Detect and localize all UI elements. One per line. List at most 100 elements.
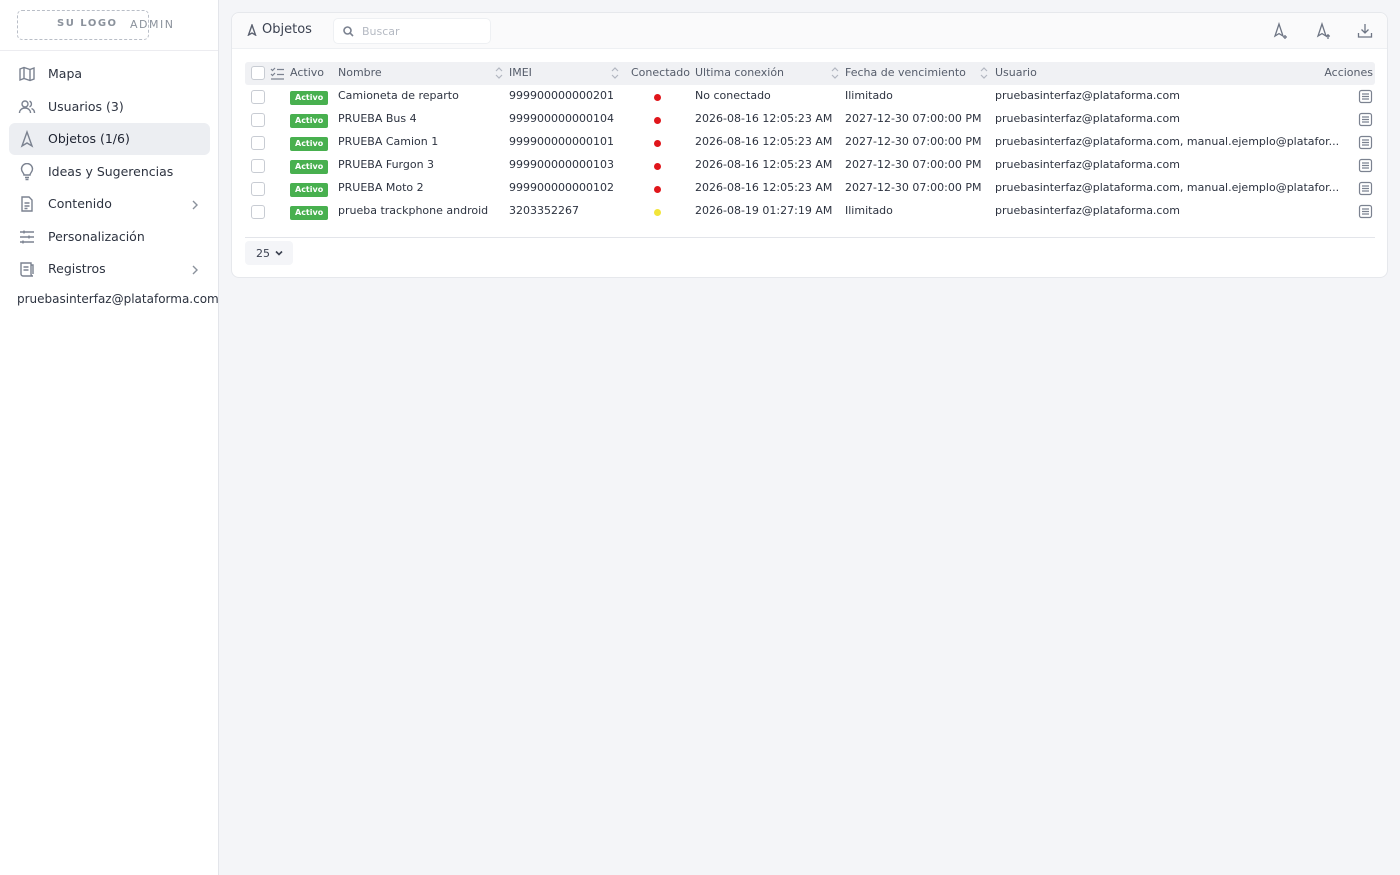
table-row[interactable]: Activo PRUEBA Bus 4 999900000000104 2026… (245, 108, 1375, 131)
object-user: pruebasinterfaz@plataforma.com (995, 112, 1180, 125)
sliders-icon (18, 228, 36, 246)
sidebar-item-label: Mapa (48, 66, 83, 81)
sort-icon[interactable] (611, 65, 619, 81)
download-icon[interactable] (1356, 22, 1374, 40)
table-row[interactable]: Activo PRUEBA Camion 1 999900000000101 2… (245, 131, 1375, 154)
column-usuario[interactable]: Usuario (995, 66, 1037, 79)
last-connection: 2026-08-16 12:05:23 AM (695, 181, 833, 194)
object-imei: 999900000000201 (509, 89, 614, 102)
object-name[interactable]: PRUEBA Camion 1 (338, 135, 438, 148)
object-user: pruebasinterfaz@plataforma.com, manual.e… (995, 135, 1340, 148)
column-acciones: Acciones (1324, 66, 1373, 79)
expiry-date: 2027-12-30 07:00:00 PM (845, 135, 982, 148)
details-icon[interactable] (1358, 181, 1373, 196)
object-imei: 999900000000104 (509, 112, 614, 125)
page-title: Objetos (246, 22, 312, 37)
expiry-date: 2027-12-30 07:00:00 PM (845, 181, 982, 194)
table-row[interactable]: Activo prueba trackphone android 3203352… (245, 200, 1375, 223)
table-header: Activo Nombre IMEI Conectado Ultima cone… (245, 62, 1375, 85)
row-checkbox[interactable] (251, 136, 265, 150)
expiry-date: 2027-12-30 07:00:00 PM (845, 112, 982, 125)
search-box[interactable] (333, 18, 491, 44)
chevron-right-icon (190, 197, 200, 211)
sidebar-item-registros[interactable]: Registros (9, 253, 210, 285)
sort-icon[interactable] (980, 65, 988, 81)
last-connection: 2026-08-16 12:05:23 AM (695, 158, 833, 171)
row-checkbox[interactable] (251, 113, 265, 127)
details-icon[interactable] (1358, 89, 1373, 104)
column-ultima-conexion[interactable]: Ultima conexión (695, 66, 784, 79)
sidebar-nav: Mapa Usuarios (3) Objetos (1/6) Ideas y … (0, 58, 218, 286)
sidebar-item-mapa[interactable]: Mapa (9, 58, 210, 90)
sidebar-item-contenido[interactable]: Contenido (9, 188, 210, 220)
page-size-select[interactable]: 25 (245, 241, 293, 265)
file-icon (18, 195, 36, 213)
scroll-icon (18, 260, 36, 278)
sidebar-item-objetos[interactable]: Objetos (1/6) (9, 123, 210, 155)
details-icon[interactable] (1358, 112, 1373, 127)
expiry-date: Ilimitado (845, 204, 893, 217)
expiry-date: 2027-12-30 07:00:00 PM (845, 158, 982, 171)
sidebar-item-label: Registros (48, 261, 106, 276)
sidebar-item-personalizacion[interactable]: Personalización (9, 221, 210, 253)
table-row[interactable]: Activo Camioneta de reparto 999900000000… (245, 85, 1375, 108)
select-all-checkbox[interactable] (251, 66, 265, 80)
search-input[interactable] (362, 24, 482, 38)
upload-object-icon[interactable] (1315, 21, 1333, 40)
column-nombre[interactable]: Nombre (338, 66, 382, 79)
object-name[interactable]: PRUEBA Bus 4 (338, 112, 417, 125)
sort-icon[interactable] (495, 65, 503, 81)
row-checkbox[interactable] (251, 182, 265, 196)
object-name[interactable]: PRUEBA Furgon 3 (338, 158, 434, 171)
connection-status-dot (654, 209, 661, 216)
object-user: pruebasinterfaz@plataforma.com, manual.e… (995, 181, 1340, 194)
object-imei: 3203352267 (509, 204, 579, 217)
last-connection: 2026-08-16 12:05:23 AM (695, 112, 833, 125)
table-row[interactable]: Activo PRUEBA Moto 2 999900000000102 202… (245, 177, 1375, 200)
chevron-down-icon (275, 250, 283, 256)
last-connection: No conectado (695, 89, 771, 102)
panel-header: Objetos (232, 13, 1387, 49)
sidebar-item-usuarios[interactable]: Usuarios (3) (9, 91, 210, 123)
status-badge: Activo (290, 137, 329, 151)
checklist-icon[interactable] (270, 66, 285, 81)
connection-status-dot (654, 117, 661, 124)
column-fecha-vencimiento[interactable]: Fecha de vencimiento (845, 66, 966, 79)
sidebar-item-ideas[interactable]: Ideas y Sugerencias (9, 156, 210, 188)
objects-panel: Objetos Activo Nombre IMEI Conectado Ult… (231, 12, 1388, 278)
current-user[interactable]: pruebasinterfaz@plataforma.com (D (17, 292, 218, 306)
add-object-icon[interactable] (1272, 21, 1290, 40)
object-name[interactable]: prueba trackphone android (338, 204, 488, 217)
admin-label: ADMIN (130, 18, 175, 31)
object-name[interactable]: PRUEBA Moto 2 (338, 181, 424, 194)
column-conectado[interactable]: Conectado (631, 66, 690, 79)
row-checkbox[interactable] (251, 205, 265, 219)
row-checkbox[interactable] (251, 159, 265, 173)
connection-status-dot (654, 94, 661, 101)
sidebar-item-label: Usuarios (3) (48, 98, 124, 114)
users-icon (18, 98, 36, 116)
details-icon[interactable] (1358, 204, 1373, 219)
row-checkbox[interactable] (251, 90, 265, 104)
object-imei: 999900000000102 (509, 181, 614, 194)
object-imei: 999900000000101 (509, 135, 614, 148)
logo-row: SU LOGO ADMIN (0, 0, 218, 51)
navigation-icon (247, 23, 257, 36)
lightbulb-icon (18, 162, 36, 181)
details-icon[interactable] (1358, 158, 1373, 173)
column-activo[interactable]: Activo (290, 66, 324, 79)
sidebar-item-label: Ideas y Sugerencias (48, 163, 174, 179)
table-row[interactable]: Activo PRUEBA Furgon 3 999900000000103 2… (245, 154, 1375, 177)
object-user: pruebasinterfaz@plataforma.com (995, 158, 1180, 171)
sort-icon[interactable] (831, 65, 839, 81)
column-imei[interactable]: IMEI (509, 66, 532, 79)
object-user: pruebasinterfaz@plataforma.com (995, 89, 1180, 102)
expiry-date: Ilimitado (845, 89, 893, 102)
details-icon[interactable] (1358, 135, 1373, 150)
page-size-value: 25 (256, 246, 270, 260)
last-connection: 2026-08-16 12:05:23 AM (695, 135, 833, 148)
objects-table: Activo Nombre IMEI Conectado Ultima cone… (245, 62, 1375, 265)
object-name[interactable]: Camioneta de reparto (338, 89, 459, 102)
connection-status-dot (654, 140, 661, 147)
status-badge: Activo (290, 183, 329, 197)
